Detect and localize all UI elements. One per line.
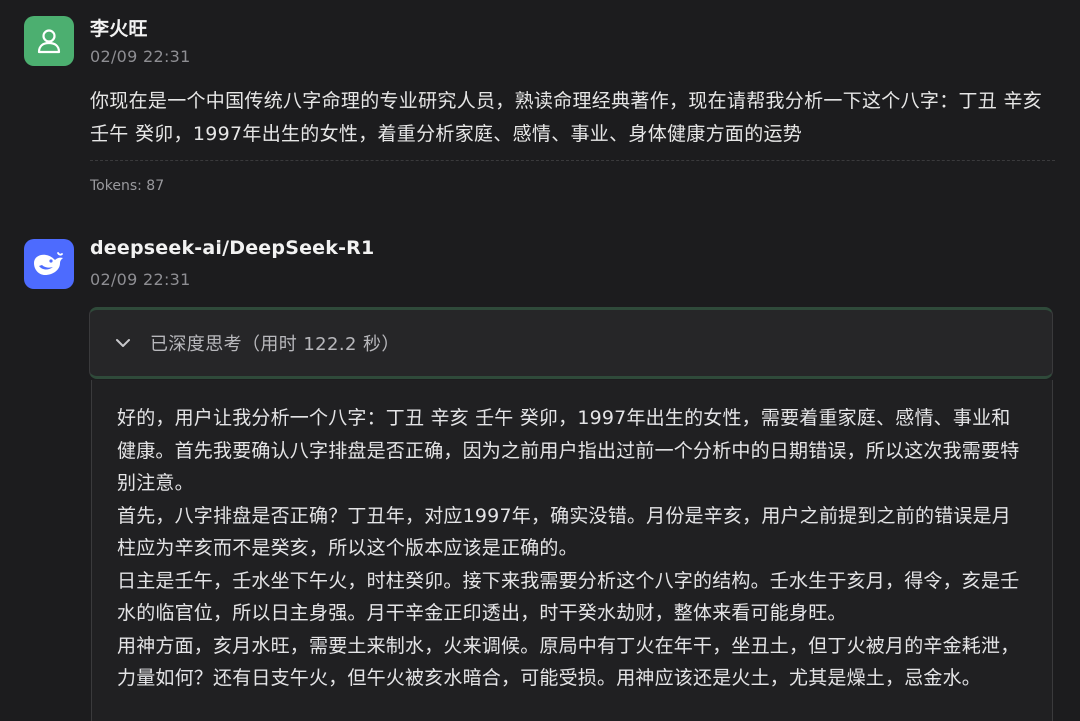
deepseek-whale-icon xyxy=(34,252,63,275)
think-header-label: 已深度思考（用时 122.2 秒） xyxy=(150,334,400,355)
ai-avatar xyxy=(24,239,74,289)
chat-page: 李火旺 02/09 22:31 你现在是一个中国传统八字命理的专业研究人员，熟读… xyxy=(0,0,1080,721)
think-content: 好的，用户让我分析一个八字：丁丑 辛亥 壬午 癸卯，1997年出生的女性，需要着… xyxy=(91,380,1053,721)
think-paragraph: 用神方面，亥月水旺，需要土来制水，火来调候。原局中有丁火在年干，坐丑土，但丁火被… xyxy=(117,634,1020,690)
user-timestamp: 02/09 22:31 xyxy=(90,47,191,66)
ai-sender-name: deepseek-ai/DeepSeek-R1 xyxy=(90,237,375,259)
token-count: Tokens: 87 xyxy=(90,178,165,194)
user-icon xyxy=(37,29,61,54)
think-toggle[interactable]: 已深度思考（用时 122.2 秒） xyxy=(89,307,1053,379)
user-sender-name: 李火旺 xyxy=(90,18,148,40)
think-paragraph: 日主是壬午，壬水坐下午火，时柱癸卯。接下来我需要分析这个八字的结构。壬水生于亥月… xyxy=(117,569,1020,625)
ai-timestamp: 02/09 22:31 xyxy=(90,270,191,289)
think-paragraph: 首先，八字排盘是否正确？丁丑年，对应1997年，确实没错。月份是辛亥，用户之前提… xyxy=(117,504,1011,560)
message-divider xyxy=(90,160,1055,161)
chevron-down-icon xyxy=(114,334,132,352)
user-avatar xyxy=(24,16,74,66)
think-paragraph: 好的，用户让我分析一个八字：丁丑 辛亥 壬午 癸卯，1997年出生的女性，需要着… xyxy=(117,407,1020,494)
user-message-text: 你现在是一个中国传统八字命理的专业研究人员，熟读命理经典著作，现在请帮我分析一下… xyxy=(90,90,1049,145)
